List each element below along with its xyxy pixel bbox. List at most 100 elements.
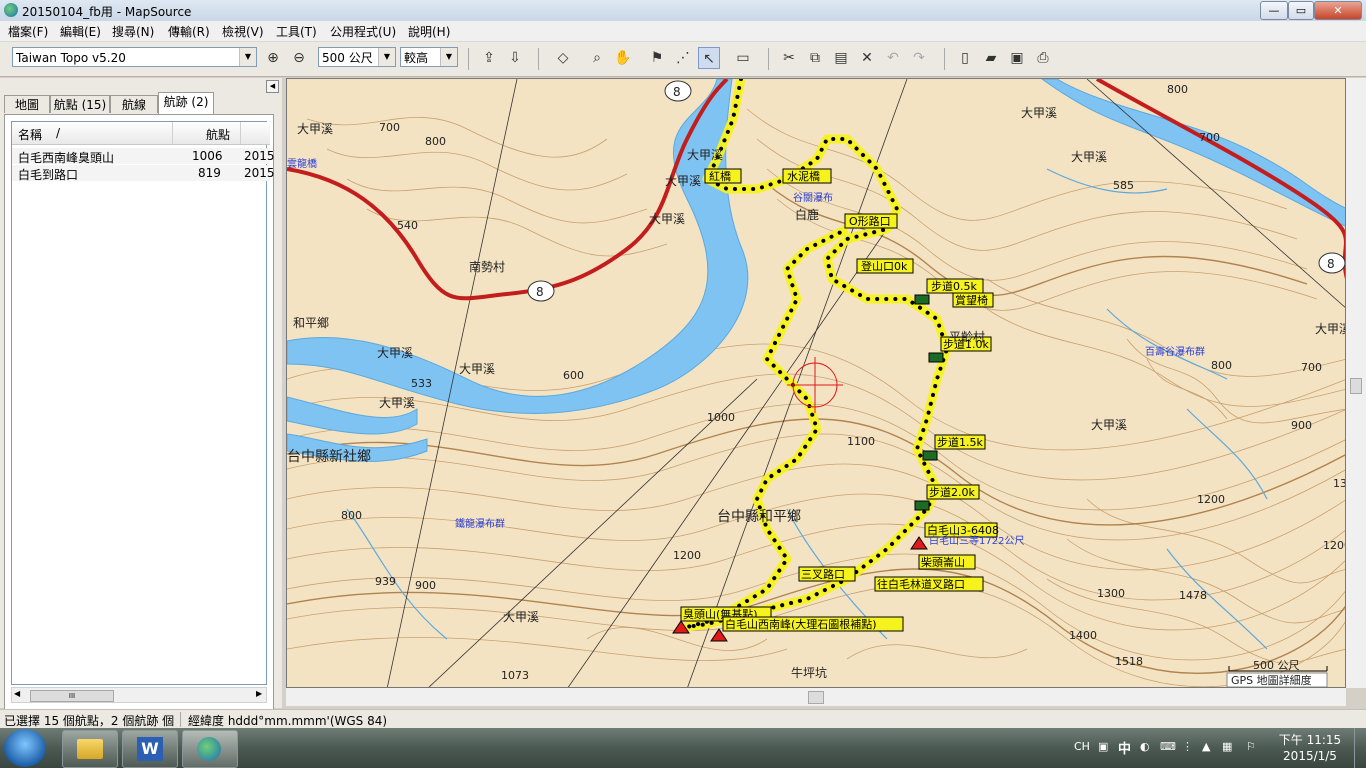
- tray-more-icon[interactable]: ⋮: [1182, 740, 1193, 753]
- menu-search[interactable]: 搜尋(N): [112, 23, 154, 40]
- word-icon: W: [137, 737, 163, 761]
- label-pingling-village: 平齡村: [949, 330, 985, 344]
- action-center-icon[interactable]: ⚐: [1246, 740, 1256, 753]
- hand-tool-icon[interactable]: ✋: [612, 47, 634, 69]
- scroll-left-icon[interactable]: ◀: [14, 689, 20, 698]
- menu-view[interactable]: 檢視(V): [222, 23, 264, 40]
- map-tool-icon[interactable]: ◇: [552, 47, 574, 69]
- maximize-button[interactable]: ▭: [1288, 1, 1314, 20]
- show-hidden-icons[interactable]: ▲: [1202, 740, 1210, 753]
- waypoint-baimao-southwest[interactable]: 白毛山西南峰(大理石圖根補點): [725, 617, 877, 631]
- receive-from-device-icon[interactable]: ⇪: [478, 47, 500, 69]
- tab-routes[interactable]: 航線: [110, 95, 158, 113]
- language-indicator[interactable]: CH: [1074, 740, 1090, 753]
- map-view[interactable]: 8 8 8 紅橋 水泥橋 O形路口 登山口0k 步道0.5k 賞望椅 步道1.0…: [286, 78, 1346, 688]
- print-icon[interactable]: ⎙: [1032, 47, 1054, 69]
- zoom-in-icon[interactable]: ⊕: [262, 47, 284, 69]
- delete-icon[interactable]: ✕: [856, 47, 878, 69]
- waypoint-step-05k[interactable]: 步道0.5k: [931, 279, 977, 293]
- cut-icon[interactable]: ✂: [778, 47, 800, 69]
- waypoint-step-15k[interactable]: 步道1.5k: [937, 435, 983, 449]
- track-name: 白毛到路口: [18, 168, 79, 182]
- scroll-thumb[interactable]: III: [30, 690, 114, 702]
- waypoint-chaitouleng[interactable]: 柴頭崙山: [921, 555, 965, 569]
- network-icon[interactable]: ▦: [1222, 740, 1232, 753]
- scroll-right-icon[interactable]: ▶: [256, 689, 262, 698]
- column-points[interactable]: 航點: [206, 126, 230, 143]
- highway-road: [287, 79, 729, 301]
- scroll-thumb[interactable]: [1350, 378, 1362, 394]
- menu-utilities[interactable]: 公用程式(U): [330, 23, 396, 40]
- save-icon[interactable]: ▣: [1006, 47, 1028, 69]
- open-folder-icon[interactable]: ▰: [980, 47, 1002, 69]
- menu-tools[interactable]: 工具(T): [276, 23, 317, 40]
- map-vertical-scrollbar[interactable]: [1346, 78, 1366, 688]
- distance-ruler-icon[interactable]: ▭: [732, 47, 754, 69]
- toolbar-divider: [768, 48, 769, 70]
- waypoint-trailhead[interactable]: 登山口0k: [861, 259, 908, 273]
- table-row[interactable]: 白毛西南峰臭頭山 1006 2015: [12, 148, 275, 165]
- map-product-select[interactable]: Taiwan Topo v5.20 ▼: [12, 47, 257, 67]
- zoom-out-icon[interactable]: ⊖: [288, 47, 310, 69]
- road-number: 8: [536, 285, 544, 299]
- elevation-label: 900: [1291, 419, 1312, 432]
- menu-bar: 檔案(F) 編輯(E) 搜尋(N) 傳輸(R) 檢視(V) 工具(T) 公用程式…: [0, 21, 1366, 42]
- new-file-icon[interactable]: ▯: [954, 47, 976, 69]
- mapsource-app-icon[interactable]: [4, 3, 18, 17]
- table-row[interactable]: 白毛到路口 819 2015: [12, 165, 275, 182]
- map-horizontal-scrollbar[interactable]: [286, 688, 1346, 706]
- taskbar-explorer-button[interactable]: [62, 730, 118, 768]
- close-button[interactable]: ✕: [1314, 1, 1362, 20]
- title-bar: 20150104_fb用 - MapSource — ▭ ✕: [0, 0, 1366, 22]
- label-river: 大甲溪: [1071, 150, 1107, 164]
- collapse-pane-icon[interactable]: ◀: [266, 80, 279, 93]
- track-list[interactable]: 名稱 / 航點 白毛西南峰臭頭山 1006 2015 白毛到路口 819 201…: [11, 121, 275, 685]
- ime-settings-icon[interactable]: ◐: [1140, 740, 1150, 753]
- list-horizontal-scrollbar[interactable]: ◀ III ▶: [11, 687, 267, 703]
- keyboard-icon[interactable]: ⌨: [1160, 740, 1176, 753]
- topo-map[interactable]: 8 8 8 紅橋 水泥橋 O形路口 登山口0k 步道0.5k 賞望椅 步道1.0…: [287, 79, 1346, 688]
- selection-arrow-icon[interactable]: ↖: [698, 47, 720, 69]
- send-to-device-icon[interactable]: ⇩: [504, 47, 526, 69]
- clock-date: 2015/1/5: [1283, 749, 1337, 763]
- waypoint-to-baimao-junction[interactable]: 往白毛林道叉路口: [877, 577, 965, 591]
- waypoint-cement-bridge[interactable]: 水泥橋: [787, 169, 820, 183]
- route-tool-icon[interactable]: ⋰: [672, 47, 694, 69]
- tab-maps[interactable]: 地圖: [4, 95, 50, 113]
- menu-transfer[interactable]: 傳輸(R): [168, 23, 210, 40]
- label-bailu: 白鹿: [795, 207, 819, 222]
- waypoint-view-chair[interactable]: 賞望椅: [955, 293, 988, 307]
- map-crosshair: [787, 357, 843, 413]
- zoom-tool-icon[interactable]: ⌕: [586, 47, 608, 69]
- waypoint-hong-bridge[interactable]: 紅橋: [709, 169, 731, 183]
- menu-help[interactable]: 說明(H): [408, 23, 450, 40]
- label-river: 大甲溪: [1021, 106, 1057, 120]
- column-name[interactable]: 名稱: [18, 126, 42, 143]
- ime-icon[interactable]: ▣: [1098, 740, 1108, 753]
- paste-icon[interactable]: ▤: [830, 47, 852, 69]
- detail-level-select[interactable]: 較高 ▼: [400, 47, 458, 67]
- minimize-button[interactable]: —: [1260, 1, 1288, 20]
- waypoint-sancha-junction[interactable]: 三叉路口: [801, 568, 845, 581]
- scroll-thumb[interactable]: [808, 691, 824, 704]
- menu-file[interactable]: 檔案(F): [8, 23, 48, 40]
- undo-icon[interactable]: ↶: [882, 47, 904, 69]
- zoom-scale-select[interactable]: 500 公尺 ▼: [318, 47, 396, 67]
- waypoint-baimao-summit[interactable]: 白毛山3-6408: [927, 523, 999, 537]
- tab-waypoints[interactable]: 航點 (15): [50, 95, 110, 113]
- taskbar-word-button[interactable]: W: [122, 730, 178, 768]
- taskbar-mapsource-button[interactable]: [182, 730, 238, 768]
- elevation-label: 585: [1113, 179, 1134, 192]
- waypoint-step-20k[interactable]: 步道2.0k: [929, 485, 975, 499]
- windows-start-icon[interactable]: [4, 729, 46, 767]
- system-clock[interactable]: 下午 11:15 2015/1/5: [1270, 732, 1350, 764]
- ime-mode[interactable]: 中: [1118, 738, 1131, 757]
- redo-icon[interactable]: ↷: [908, 47, 930, 69]
- toolbar-divider: [538, 48, 539, 70]
- tab-tracks[interactable]: 航跡 (2): [158, 92, 214, 114]
- waypoint-o-junction[interactable]: O形路口: [849, 215, 891, 228]
- menu-edit[interactable]: 編輯(E): [60, 23, 101, 40]
- waypoint-flag-icon[interactable]: ⚑: [646, 47, 668, 69]
- show-desktop-button[interactable]: [1354, 728, 1366, 768]
- copy-icon[interactable]: ⧉: [804, 47, 826, 69]
